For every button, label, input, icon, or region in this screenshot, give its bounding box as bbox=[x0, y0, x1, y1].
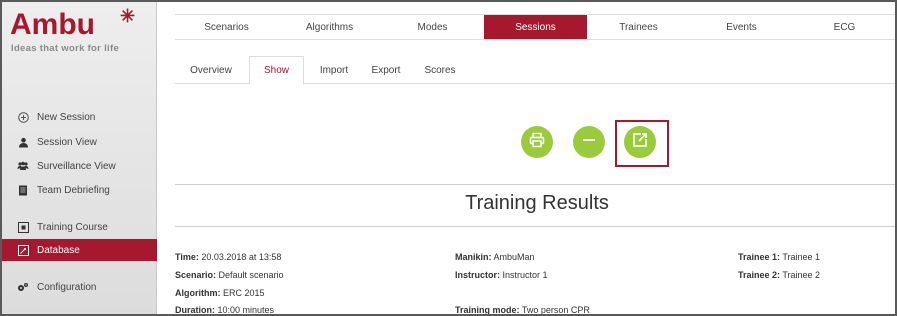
print-icon bbox=[529, 132, 545, 153]
document-icon bbox=[17, 184, 29, 196]
info-label: Duration: bbox=[175, 305, 215, 315]
info-label: Training mode: bbox=[455, 305, 520, 315]
info-label: Scenario: bbox=[175, 270, 217, 280]
subtab-export[interactable]: Export bbox=[361, 56, 411, 84]
sidebar-item-label: Configuration bbox=[37, 281, 97, 293]
top-navigation: Scenarios Algorithms Modes Sessions Trai… bbox=[175, 14, 895, 40]
info-trainee-1: Trainee 1: Trainee 1 bbox=[738, 252, 820, 262]
info-value: 20.03.2018 at 13:58 bbox=[201, 252, 282, 262]
user-icon bbox=[17, 136, 29, 148]
sidebar-item-label: Database bbox=[37, 244, 80, 256]
plus-circle-icon bbox=[17, 111, 29, 123]
sidebar-item-label: Training Course bbox=[37, 221, 108, 233]
info-value: Instructor 1 bbox=[502, 270, 548, 280]
app-window: Ambu ✳ Ideas that work for life New Sess… bbox=[0, 0, 897, 316]
sub-navigation: Overview Show Import Export Scores bbox=[175, 56, 895, 85]
page-title: Training Results bbox=[465, 192, 609, 214]
info-value: Default scenario bbox=[218, 270, 284, 280]
minus-icon bbox=[581, 132, 597, 153]
subtab-overview[interactable]: Overview bbox=[175, 56, 247, 84]
info-training-mode: Training mode: Two person CPR bbox=[455, 305, 590, 315]
sidebar-item-new-session[interactable]: New Session bbox=[2, 106, 157, 128]
subtab-scores[interactable]: Scores bbox=[413, 56, 467, 84]
info-algorithm: Algorithm: ERC 2015 bbox=[175, 288, 265, 298]
info-label: Instructor: bbox=[455, 270, 500, 280]
info-scenario: Scenario: Default scenario bbox=[175, 270, 284, 280]
sidebar: Ambu ✳ Ideas that work for life New Sess… bbox=[2, 2, 157, 314]
tab-sessions[interactable]: Sessions bbox=[484, 15, 587, 39]
sidebar-item-label: Team Debriefing bbox=[37, 184, 110, 196]
group-icon bbox=[17, 160, 29, 172]
sidebar-item-training-course[interactable]: Training Course bbox=[2, 216, 157, 238]
sidebar-item-label: Surveillance View bbox=[37, 160, 116, 172]
logo-tagline: Ideas that work for life bbox=[11, 43, 120, 54]
section-divider-bottom bbox=[175, 226, 895, 227]
info-label: Trainee 1: bbox=[738, 252, 781, 262]
info-value: Two person CPR bbox=[521, 305, 590, 315]
logo-wordmark: Ambu bbox=[10, 8, 95, 41]
info-value: 10:00 minutes bbox=[217, 305, 275, 315]
sidebar-item-team-debriefing[interactable]: Team Debriefing bbox=[2, 179, 157, 201]
open-external-button[interactable] bbox=[624, 126, 656, 158]
subtab-import[interactable]: Import bbox=[309, 56, 359, 84]
info-time: Time: 20.03.2018 at 13:58 bbox=[175, 252, 281, 262]
info-value: AmbuMan bbox=[493, 252, 535, 262]
logo-star-icon: ✳ bbox=[120, 6, 136, 26]
sidebar-item-database[interactable]: Database bbox=[2, 239, 157, 261]
gears-icon bbox=[17, 281, 29, 293]
action-toolbar bbox=[157, 120, 895, 170]
info-instructor: Instructor: Instructor 1 bbox=[455, 270, 548, 280]
info-value: Trainee 2 bbox=[782, 270, 821, 280]
tab-trainees[interactable]: Trainees bbox=[587, 15, 690, 39]
collapse-button[interactable] bbox=[573, 126, 605, 158]
tab-scenarios[interactable]: Scenarios bbox=[175, 15, 278, 39]
external-link-icon bbox=[632, 132, 648, 153]
section-divider-top bbox=[175, 184, 895, 185]
info-duration: Duration: 10:00 minutes bbox=[175, 305, 275, 315]
sidebar-item-configuration[interactable]: Configuration bbox=[2, 276, 157, 298]
info-trainee-2: Trainee 2: Trainee 2 bbox=[738, 270, 820, 280]
sidebar-item-surveillance-view[interactable]: Surveillance View bbox=[2, 155, 157, 177]
tab-events[interactable]: Events bbox=[690, 15, 793, 39]
print-button[interactable] bbox=[521, 126, 553, 158]
info-label: Manikin: bbox=[455, 252, 492, 262]
course-icon bbox=[17, 221, 29, 233]
subtab-show[interactable]: Show bbox=[249, 56, 304, 85]
sidebar-item-label: New Session bbox=[37, 111, 96, 123]
info-label: Algorithm: bbox=[175, 288, 221, 298]
tab-ecg[interactable]: ECG bbox=[793, 15, 895, 39]
sidebar-item-session-view[interactable]: Session View bbox=[2, 131, 157, 153]
info-label: Time: bbox=[175, 252, 199, 262]
info-manikin: Manikin: AmbuMan bbox=[455, 252, 535, 262]
sidebar-item-label: Session View bbox=[37, 136, 97, 148]
database-icon bbox=[17, 244, 29, 256]
ambu-logo: Ambu ✳ Ideas that work for life bbox=[8, 6, 153, 64]
info-value: Trainee 1 bbox=[782, 252, 821, 262]
tab-algorithms[interactable]: Algorithms bbox=[278, 15, 381, 39]
info-value: ERC 2015 bbox=[223, 288, 265, 298]
tab-modes[interactable]: Modes bbox=[381, 15, 484, 39]
info-label: Trainee 2: bbox=[738, 270, 781, 280]
main-content: Scenarios Algorithms Modes Sessions Trai… bbox=[157, 2, 895, 315]
